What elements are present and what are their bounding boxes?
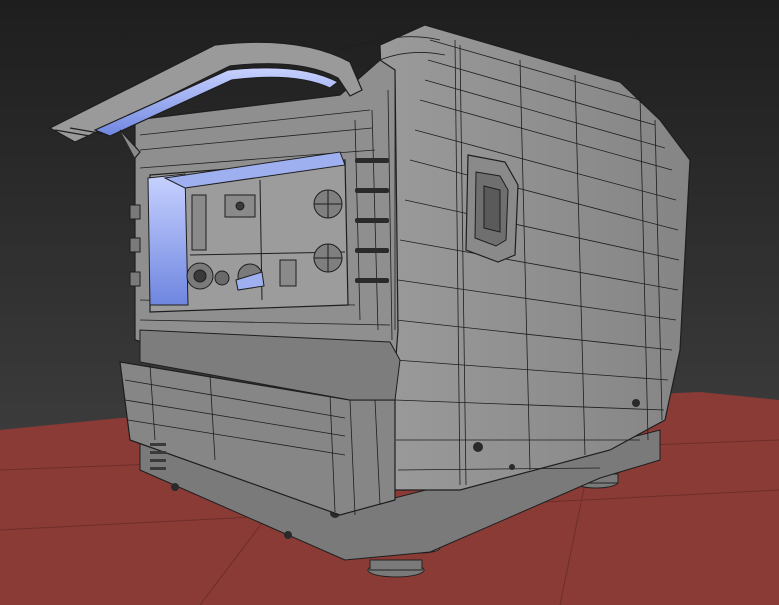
panel-window-glow <box>147 173 189 306</box>
viewport <box>0 0 779 605</box>
left-bumps <box>129 204 141 287</box>
side-vent <box>465 154 519 263</box>
generator-wireframe-render <box>0 0 779 605</box>
